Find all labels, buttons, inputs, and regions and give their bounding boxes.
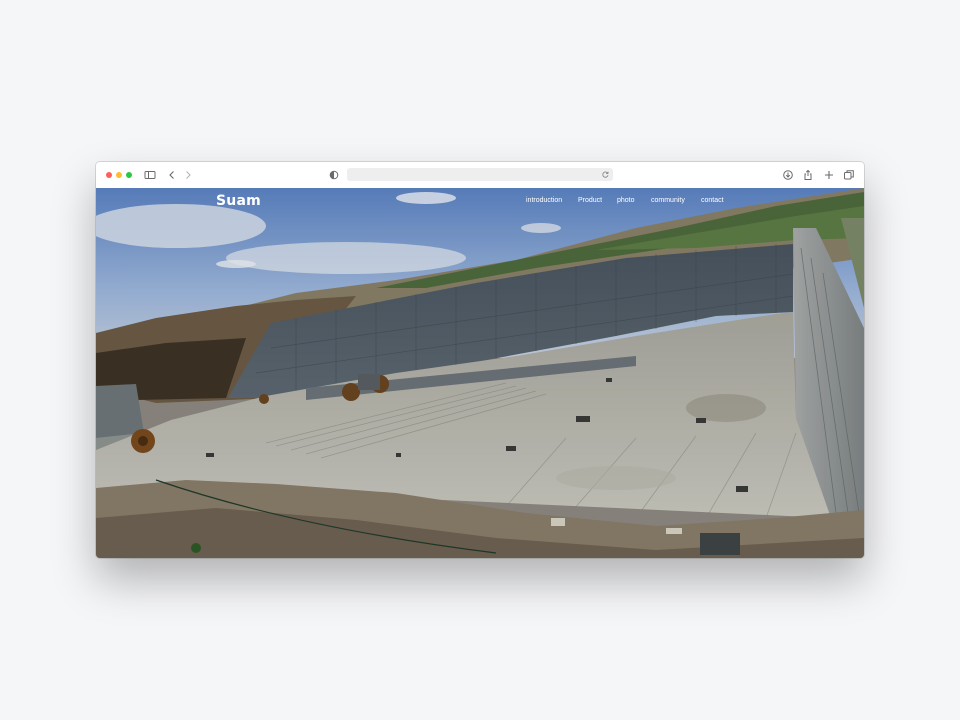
close-window-button[interactable]	[106, 172, 112, 178]
quarry-photo	[96, 188, 864, 558]
browser-toolbar	[96, 162, 864, 189]
minimize-window-button[interactable]	[116, 172, 122, 178]
nav-item-introduction[interactable]: introduction	[526, 197, 562, 204]
nav-item-community[interactable]: community	[651, 197, 685, 204]
download-icon[interactable]	[782, 169, 794, 181]
sidebar-icon[interactable]	[144, 169, 156, 181]
site-logo[interactable]: Suam	[216, 193, 261, 209]
reload-icon[interactable]	[601, 170, 610, 179]
browser-window: Suam introduction Product photo communit…	[96, 162, 864, 558]
website-viewport: Suam introduction Product photo communit…	[96, 188, 864, 558]
share-icon[interactable]	[802, 169, 814, 181]
address-bar[interactable]	[347, 168, 613, 181]
tab-overview-icon[interactable]	[843, 169, 855, 181]
privacy-shield-icon[interactable]	[328, 169, 340, 181]
nav-item-product[interactable]: Product	[578, 197, 602, 204]
nav-item-contact[interactable]: contact	[701, 197, 724, 204]
back-arrow-icon[interactable]	[166, 169, 178, 181]
zoom-window-button[interactable]	[126, 172, 132, 178]
nav-item-photo[interactable]: photo	[617, 197, 635, 204]
plus-icon[interactable]	[823, 169, 835, 181]
forward-arrow-icon[interactable]	[182, 169, 194, 181]
